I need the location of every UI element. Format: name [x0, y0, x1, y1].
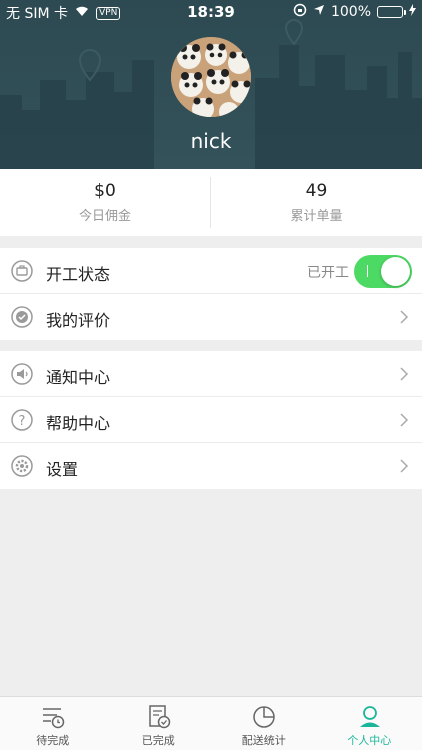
tab-delivery-stats[interactable]: 配送统计	[211, 697, 317, 750]
tab-completed[interactable]: 已完成	[106, 697, 212, 750]
menu-item-notifications[interactable]: 通知中心	[0, 351, 422, 397]
menu-item-label: 帮助中心	[46, 414, 111, 433]
battery-icon	[377, 6, 406, 18]
chevron-right-icon	[398, 412, 410, 428]
completed-doc-icon	[146, 704, 172, 730]
briefcase-icon	[11, 260, 33, 282]
bottom-tab-bar: 待完成 已完成 配送统计 个人中心	[0, 696, 422, 750]
menu-item-work-status: 开工状态 已开工	[0, 248, 422, 294]
tab-label: 已完成	[141, 734, 175, 747]
status-bar: 无 SIM 卡 VPN 18:39 100%	[0, 0, 422, 24]
gear-icon	[11, 455, 33, 477]
pie-chart-icon	[251, 704, 277, 730]
menu-item-label: 设置	[46, 460, 79, 479]
pending-list-icon	[40, 704, 66, 730]
charging-icon	[409, 4, 416, 20]
avatar[interactable]	[171, 37, 251, 117]
menu-group-general: 通知中心 ? 帮助中心 设置	[0, 351, 422, 489]
stat-value: $0	[94, 181, 116, 201]
question-icon: ?	[11, 409, 33, 431]
stat-total-orders: 49 累计单量	[211, 169, 422, 236]
check-badge-icon	[11, 306, 33, 328]
menu-item-settings[interactable]: 设置	[0, 443, 422, 489]
speaker-icon	[11, 363, 33, 385]
menu-item-my-reviews[interactable]: 我的评价	[0, 294, 422, 340]
stat-value: 49	[305, 181, 328, 201]
tab-label: 待完成	[36, 734, 70, 747]
username: nick	[190, 129, 232, 153]
menu-group-work: 开工状态 已开工 我的评价	[0, 248, 422, 340]
tab-label: 配送统计	[241, 734, 286, 747]
stat-label: 累计单量	[290, 209, 343, 224]
tab-label: 个人中心	[347, 734, 392, 747]
menu-item-label: 开工状态	[46, 265, 111, 284]
rotation-lock-icon	[293, 3, 307, 21]
stat-label: 今日佣金	[78, 209, 131, 224]
chevron-right-icon	[398, 458, 410, 474]
person-icon	[357, 704, 383, 730]
tab-profile[interactable]: 个人中心	[317, 697, 422, 750]
menu-item-label: 通知中心	[46, 368, 111, 387]
tab-pending[interactable]: 待完成	[0, 697, 106, 750]
profile-header: 无 SIM 卡 VPN 18:39 100% nick	[0, 0, 422, 169]
location-arrow-icon	[313, 4, 325, 20]
chevron-right-icon	[398, 309, 410, 325]
work-status-text: 已开工	[307, 265, 349, 281]
battery-percent: 100%	[330, 4, 371, 20]
work-status-toggle[interactable]	[354, 255, 412, 288]
panda-buns-photo-icon	[171, 37, 251, 117]
menu-item-help[interactable]: ? 帮助中心	[0, 397, 422, 443]
stats-panel: $0 今日佣金 49 累计单量	[0, 169, 422, 236]
chevron-right-icon	[398, 366, 410, 382]
svg-text:?: ?	[19, 414, 26, 429]
stat-today-commission: $0 今日佣金	[0, 177, 211, 228]
menu-item-label: 我的评价	[46, 311, 111, 330]
